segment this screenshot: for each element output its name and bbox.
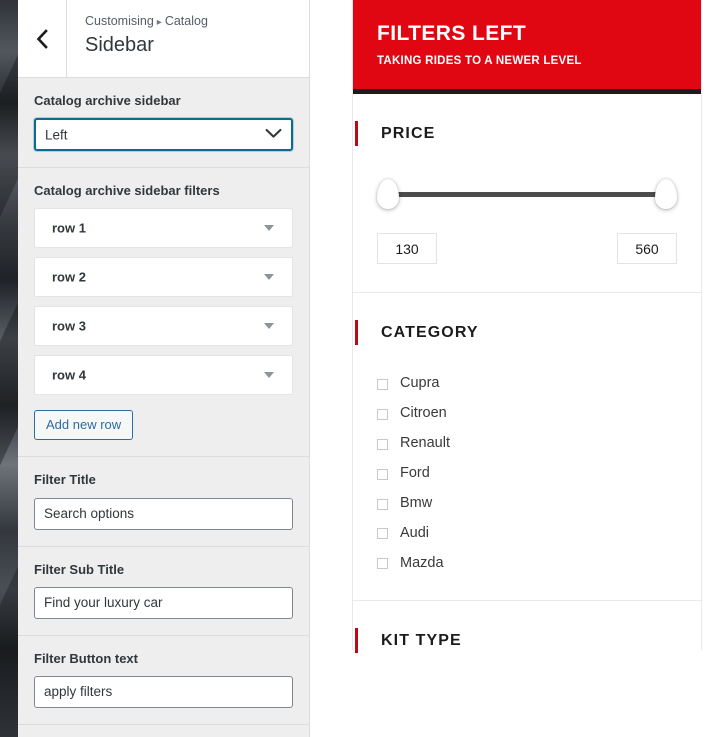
filter-title-input[interactable] <box>34 497 293 530</box>
category-checkbox-list: Cupra Citroen Renault Ford Bmw Audi Mazd… <box>377 375 677 572</box>
filter-row-1[interactable]: row 1 <box>34 208 293 249</box>
control-label-filter-sub-title: Filter Sub Title <box>34 561 125 577</box>
filters-widget-header: FILTERS LEFT TAKING RIDES TO A NEWER LEV… <box>353 0 701 94</box>
sidebar-position-select[interactable]: Left <box>34 118 293 152</box>
filter-button-text-input[interactable] <box>34 675 293 708</box>
checkbox-icon[interactable] <box>377 378 388 390</box>
checkbox-icon[interactable] <box>377 408 388 420</box>
control-label-filter-button-text: Filter Button text <box>34 650 138 666</box>
category-filter-section: CATEGORY Cupra Citroen Renault Ford Bmw … <box>353 293 701 601</box>
control-label-sidebar-position: Catalog archive sidebar <box>34 93 181 108</box>
customizer-titles: Customising ▸ Catalog Sidebar <box>67 0 222 77</box>
control-catalog-archive-sidebar: Catalog archive sidebar Left <box>18 78 309 169</box>
slider-handle-min[interactable] <box>377 179 399 210</box>
customizer-preview: FILTERS LEFT TAKING RIDES TO A NEWER LEV… <box>310 0 716 737</box>
control-filter-title: Filter Title <box>18 457 309 547</box>
control-label-filter-title: Filter Title <box>34 472 96 488</box>
filter-rows-list: row 1 row 2 row 3 row 4 <box>34 208 293 396</box>
category-option-label: Cupra <box>400 375 440 392</box>
breadcrumb-parent[interactable]: Customising <box>85 14 154 28</box>
kit-type-filter-section: KIT TYPE <box>353 601 701 654</box>
checkbox-icon[interactable] <box>377 468 388 480</box>
checkbox-icon[interactable] <box>377 438 388 450</box>
slider-handle-max[interactable] <box>655 179 677 210</box>
filter-row-label: row 3 <box>52 318 86 334</box>
control-filter-sub-title: Filter Sub Title <box>18 547 309 636</box>
filter-row-2[interactable]: row 2 <box>34 257 293 298</box>
price-min-input[interactable]: 130 <box>377 233 437 265</box>
caret-down-icon[interactable] <box>264 372 274 379</box>
checkbox-icon[interactable] <box>377 528 388 540</box>
checkbox-icon[interactable] <box>377 498 388 510</box>
category-option-label: Citroen <box>400 405 447 422</box>
category-option-label: Bmw <box>400 495 433 512</box>
price-range-slider[interactable] <box>377 177 677 211</box>
category-option-bmw[interactable]: Bmw <box>377 495 677 512</box>
customizer-header: Customising ▸ Catalog Sidebar <box>18 0 309 78</box>
site-background-photo <box>0 0 18 737</box>
breadcrumb-current[interactable]: Catalog <box>165 14 208 28</box>
category-option-label: Mazda <box>400 554 444 571</box>
slider-selected-range <box>395 192 659 198</box>
filter-row-label: row 2 <box>52 269 86 285</box>
breadcrumb-separator-icon: ▸ <box>156 17 162 28</box>
category-option-citroen[interactable]: Citroen <box>377 405 677 422</box>
category-option-label: Audi <box>400 525 430 541</box>
sidebar-position-value: Left <box>45 126 68 142</box>
category-option-ford[interactable]: Ford <box>377 465 677 482</box>
category-option-cupra[interactable]: Cupra <box>377 375 677 392</box>
page-title: Sidebar <box>85 33 154 56</box>
filter-row-label: row 1 <box>52 220 86 236</box>
category-option-mazda[interactable]: Mazda <box>377 554 677 572</box>
kit-type-section-title: KIT TYPE <box>355 627 677 654</box>
control-label-sidebar-filters: Catalog archive sidebar filters <box>34 183 220 199</box>
chevron-down-icon <box>265 126 282 144</box>
price-filter-section: PRICE 130 560 <box>353 94 701 294</box>
category-option-label: Ford <box>400 465 430 482</box>
checkbox-icon[interactable] <box>377 558 388 570</box>
caret-down-icon[interactable] <box>264 323 274 330</box>
price-section-title: PRICE <box>355 120 677 147</box>
category-option-renault[interactable]: Renault <box>377 435 677 452</box>
control-catalog-archive-sidebar-filters: Catalog archive sidebar filters row 1 ro… <box>18 168 309 458</box>
screen: Customising ▸ Catalog Sidebar Catalog arch… <box>0 0 716 737</box>
customizer-sidebar: Customising ▸ Catalog Sidebar Catalog arch… <box>18 0 310 737</box>
filter-row-label: row 4 <box>52 367 86 383</box>
category-option-label: Renault <box>400 435 450 452</box>
breadcrumb: Customising ▸ Catalog <box>85 13 208 30</box>
category-option-audi[interactable]: Audi <box>377 525 677 542</box>
back-button[interactable] <box>18 0 67 77</box>
filters-widget-subtitle: TAKING RIDES TO A NEWER LEVEL <box>377 55 582 68</box>
filters-widget-title: FILTERS LEFT <box>377 22 527 45</box>
filter-row-3[interactable]: row 3 <box>34 306 293 347</box>
price-value-fields: 130 560 <box>377 233 677 265</box>
caret-down-icon[interactable] <box>264 225 274 232</box>
filter-sub-title-input[interactable] <box>34 586 293 619</box>
filters-widget: FILTERS LEFT TAKING RIDES TO A NEWER LEV… <box>352 0 702 654</box>
filter-row-4[interactable]: row 4 <box>34 355 293 396</box>
caret-down-icon[interactable] <box>264 274 274 281</box>
category-section-title: CATEGORY <box>355 320 677 346</box>
control-filter-button-text: Filter Button text <box>18 636 309 725</box>
price-max-input[interactable]: 560 <box>617 233 677 265</box>
chevron-left-icon <box>35 28 49 49</box>
add-new-row-button[interactable]: Add new row <box>34 410 134 441</box>
